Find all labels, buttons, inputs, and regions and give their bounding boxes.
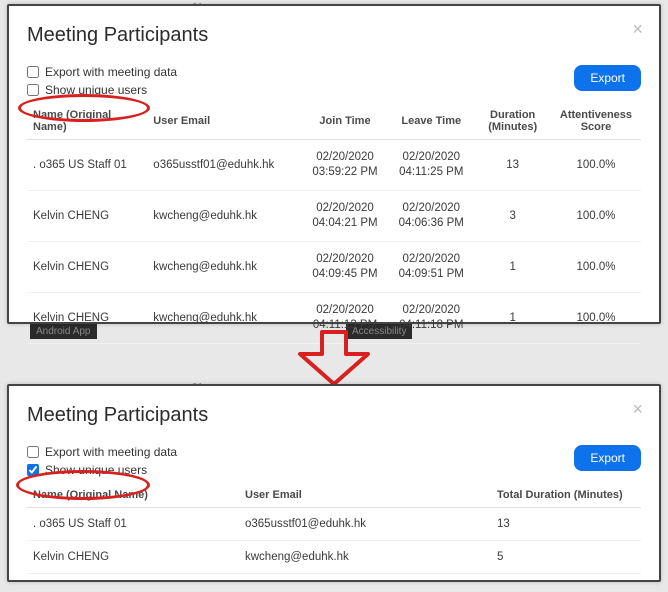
cell-join: 02/20/2020 04:09:45 PM bbox=[302, 241, 388, 292]
cell-name: Kelvin CHENG bbox=[27, 190, 147, 241]
cell-name: . o365 US Staff 01 bbox=[27, 140, 147, 191]
export-with-meeting-data-label: Export with meeting data bbox=[45, 445, 177, 459]
participants-table: Name (Original Name) User Email Join Tim… bbox=[27, 103, 641, 344]
cell-email: kwcheng@eduhk.hk bbox=[147, 292, 302, 343]
cell-leave: 02/20/2020 04:06:36 PM bbox=[388, 190, 474, 241]
cell-duration: 3 bbox=[474, 190, 551, 241]
cell-email: kwcheng@eduhk.hk bbox=[239, 541, 491, 574]
participants-table-unique: Name (Original Name) User Email Total Du… bbox=[27, 483, 641, 574]
col-attent[interactable]: Attentiveness Score bbox=[551, 103, 641, 140]
modal-title: Meeting Participants bbox=[27, 404, 641, 427]
cell-total: 5 bbox=[491, 541, 641, 574]
show-unique-users-label: Show unique users bbox=[45, 463, 147, 477]
show-unique-users-checkbox[interactable]: Show unique users bbox=[27, 463, 177, 477]
cell-attent: 100.0% bbox=[551, 292, 641, 343]
cell-email: kwcheng@eduhk.hk bbox=[147, 241, 302, 292]
cell-attent: 100.0% bbox=[551, 241, 641, 292]
show-unique-users-checkbox[interactable]: Show unique users bbox=[27, 83, 177, 97]
export-button[interactable]: Export bbox=[574, 445, 641, 471]
cell-name: . o365 US Staff 01 bbox=[27, 508, 239, 541]
col-email[interactable]: User Email bbox=[147, 103, 302, 140]
show-unique-users-input[interactable] bbox=[27, 464, 39, 476]
export-with-meeting-data-input[interactable] bbox=[27, 66, 39, 78]
cell-join: 02/20/2020 04:11:13 PM bbox=[302, 292, 388, 343]
cell-email: o365usstf01@eduhk.hk bbox=[239, 508, 491, 541]
cell-join: 02/20/2020 04:04:21 PM bbox=[302, 190, 388, 241]
cell-join: 02/20/2020 03:59:22 PM bbox=[302, 140, 388, 191]
table-row: . o365 US Staff 01o365usstf01@eduhk.hk13 bbox=[27, 508, 641, 541]
cell-name: Kelvin CHENG bbox=[27, 292, 147, 343]
cell-duration: 1 bbox=[474, 292, 551, 343]
col-total[interactable]: Total Duration (Minutes) bbox=[491, 483, 641, 508]
table-row: Kelvin CHENGkwcheng@eduhk.hk02/20/2020 0… bbox=[27, 292, 641, 343]
table-row: . o365 US Staff 01o365usstf01@eduhk.hk02… bbox=[27, 140, 641, 191]
cell-total: 13 bbox=[491, 508, 641, 541]
table-row: Kelvin CHENGkwcheng@eduhk.hk5 bbox=[27, 541, 641, 574]
export-with-meeting-data-checkbox[interactable]: Export with meeting data bbox=[27, 65, 177, 79]
participants-modal-after: × Meeting Participants Export with meeti… bbox=[7, 384, 661, 582]
close-icon[interactable]: × bbox=[632, 20, 643, 38]
cell-leave: 02/20/2020 04:11:25 PM bbox=[388, 140, 474, 191]
cell-attent: 100.0% bbox=[551, 190, 641, 241]
cell-email: kwcheng@eduhk.hk bbox=[147, 190, 302, 241]
table-row: Kelvin CHENGkwcheng@eduhk.hk02/20/2020 0… bbox=[27, 190, 641, 241]
cell-leave: 02/20/2020 04:09:51 PM bbox=[388, 241, 474, 292]
close-icon[interactable]: × bbox=[632, 400, 643, 418]
cell-name: Kelvin CHENG bbox=[27, 541, 239, 574]
cell-duration: 1 bbox=[474, 241, 551, 292]
show-unique-users-label: Show unique users bbox=[45, 83, 147, 97]
export-with-meeting-data-label: Export with meeting data bbox=[45, 65, 177, 79]
modal-title: Meeting Participants bbox=[27, 24, 641, 47]
col-name[interactable]: Name (Original Name) bbox=[27, 483, 239, 508]
col-join[interactable]: Join Time bbox=[302, 103, 388, 140]
export-button[interactable]: Export bbox=[574, 65, 641, 91]
export-with-meeting-data-input[interactable] bbox=[27, 446, 39, 458]
export-with-meeting-data-checkbox[interactable]: Export with meeting data bbox=[27, 445, 177, 459]
col-email[interactable]: User Email bbox=[239, 483, 491, 508]
cell-attent: 100.0% bbox=[551, 140, 641, 191]
cell-leave: 02/20/2020 04:11:18 PM bbox=[388, 292, 474, 343]
col-name[interactable]: Name (Original Name) bbox=[27, 103, 147, 140]
participants-modal-before: × Meeting Participants Export with meeti… bbox=[7, 4, 661, 324]
col-duration[interactable]: Duration (Minutes) bbox=[474, 103, 551, 140]
cell-name: Kelvin CHENG bbox=[27, 241, 147, 292]
cell-duration: 13 bbox=[474, 140, 551, 191]
table-row: Kelvin CHENGkwcheng@eduhk.hk02/20/2020 0… bbox=[27, 241, 641, 292]
show-unique-users-input[interactable] bbox=[27, 84, 39, 96]
cell-email: o365usstf01@eduhk.hk bbox=[147, 140, 302, 191]
col-leave[interactable]: Leave Time bbox=[388, 103, 474, 140]
